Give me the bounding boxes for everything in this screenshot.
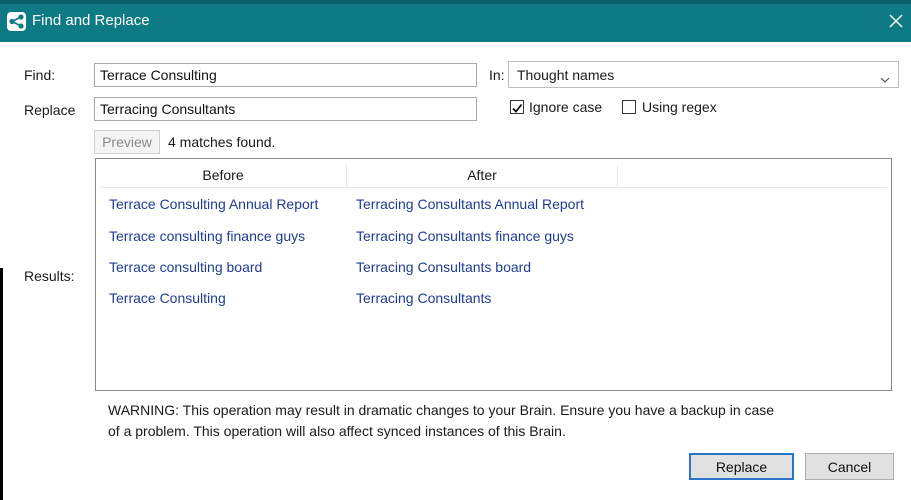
after-cell: Terracing Consultants board [356,259,532,275]
chevron-down-icon [880,70,890,88]
using-regex-label: Using regex [642,99,717,115]
replace-label: Replace [24,102,76,118]
find-label: Find: [24,67,56,83]
cancel-button[interactable]: Cancel [805,453,894,480]
window-title: Find and Replace [32,12,150,29]
checkmark-icon [512,103,523,113]
close-icon[interactable] [885,10,907,32]
after-cell: Terracing Consultants [356,290,492,306]
replace-input[interactable]: Terracing Consultants [94,97,477,121]
column-header-empty [618,165,887,188]
find-input[interactable]: Terrace Consulting [94,63,477,87]
ignore-case-label: Ignore case [529,99,603,115]
search-scope-value: Thought names [517,67,615,83]
after-cell: Terracing Consultants Annual Report [356,196,585,212]
results-list[interactable]: Before After Terrace Consulting Annual R… [95,158,892,391]
ignore-case-checkbox[interactable] [510,100,524,114]
replace-button[interactable]: Replace [689,453,794,480]
in-label: In: [489,67,505,83]
before-cell: Terrace Consulting Annual Report [109,196,319,212]
window-edge [0,268,3,500]
warning-message: WARNING: This operation may result in dr… [108,400,828,442]
before-cell: Terrace consulting finance guys [109,228,306,244]
before-cell: Terrace Consulting [109,290,226,306]
title-bar-top-edge [0,0,911,4]
before-cell: Terrace consulting board [109,259,263,275]
results-label: Results: [24,268,75,284]
after-cell: Terracing Consultants finance guys [356,228,574,244]
column-header-after[interactable]: After [347,165,617,188]
preview-button[interactable]: Preview [94,130,160,154]
column-header-before[interactable]: Before [100,165,346,188]
warning-line-2: of a problem. This operation will also a… [108,423,566,439]
match-count-text: 4 matches found. [168,134,276,150]
title-bar: Find and Replace [0,0,911,42]
search-scope-select[interactable]: Thought names [508,61,899,88]
using-regex-checkbox[interactable] [622,100,636,114]
brain-app-icon [7,12,26,31]
warning-line-1: WARNING: This operation may result in dr… [108,402,775,418]
find-replace-dialog: Find: Terrace Consulting In: Thought nam… [8,42,911,500]
